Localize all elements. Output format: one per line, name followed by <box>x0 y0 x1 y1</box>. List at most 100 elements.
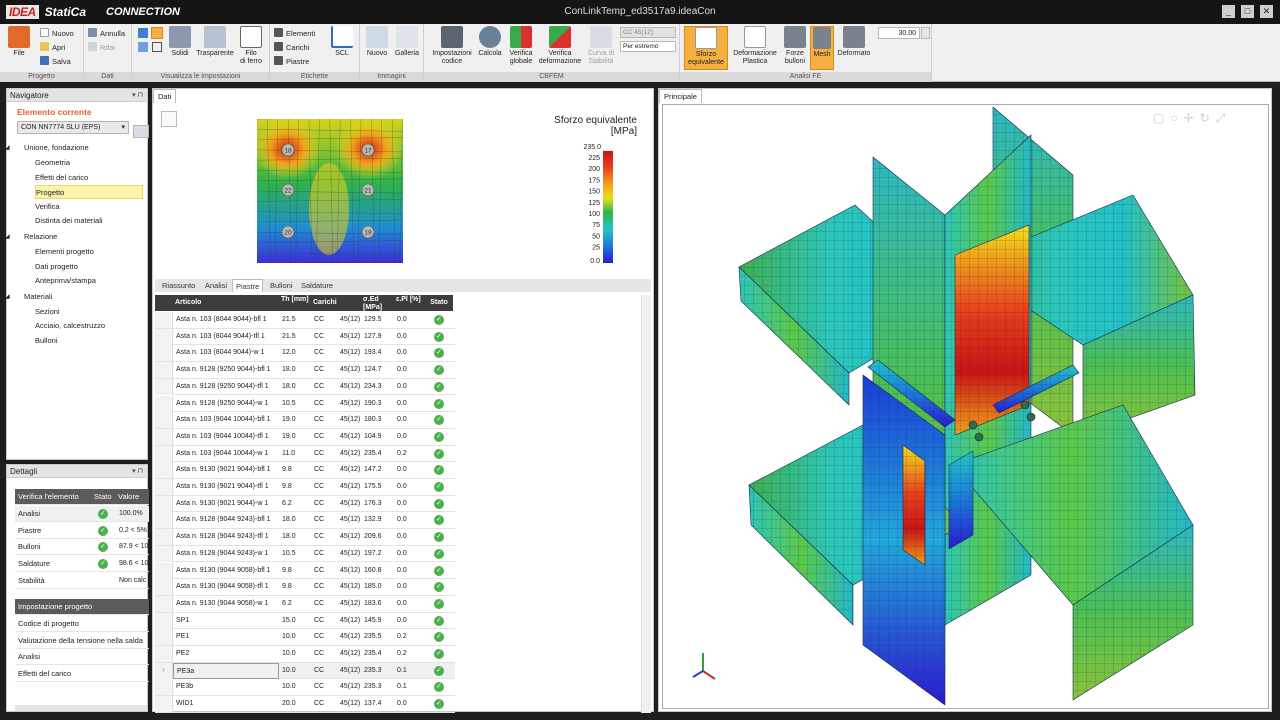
row-selector[interactable] <box>155 312 173 328</box>
extreme-select[interactable]: Per estremo <box>620 41 676 52</box>
annulla-button[interactable]: Annulla <box>88 27 125 40</box>
file-button[interactable]: File <box>2 26 36 70</box>
select-icon[interactable] <box>151 27 163 39</box>
column-header[interactable]: Stato <box>425 295 453 311</box>
tree-item[interactable]: Effetti del carico <box>35 171 88 185</box>
trasparente-button[interactable]: Trasparente <box>194 26 236 70</box>
table-row[interactable]: PE1 10.0 CC 45(12) 235.5 0.2 ✓ <box>155 629 455 646</box>
tree-item[interactable]: Dati progetto <box>35 260 78 274</box>
restore-button[interactable]: □ <box>1241 5 1254 18</box>
subtab-riassunto[interactable]: Riassunto <box>159 279 198 292</box>
tree-group[interactable]: Relazione <box>24 230 57 244</box>
row-selector[interactable] <box>155 445 173 462</box>
pan-icon[interactable]: ✛ <box>1184 111 1200 125</box>
solidi-button[interactable]: Solidi <box>164 26 196 70</box>
sforzo-equivalente-button[interactable]: Sforzo equivalente <box>684 26 728 70</box>
details-row[interactable]: Saldature ✓ 98.6 < 10 <box>15 556 149 573</box>
collapse-icon[interactable]: ◢ <box>5 141 10 155</box>
filo-di-ferro-button[interactable]: Filo di ferro <box>234 26 268 70</box>
row-selector[interactable] <box>155 495 173 512</box>
rifai-button[interactable]: Rifai <box>88 41 115 54</box>
pin-icon[interactable]: ▾ ⊓ <box>132 465 143 478</box>
table-row[interactable]: Asta n. 9130 (9044 9058)-w 1 6.2 CC 45(12) 1… <box>155 595 455 613</box>
table-row[interactable]: Asta n. 103 (8044 9044)-tfl 1 21.5 CC 45(12… <box>155 328 455 346</box>
scale-spinner[interactable] <box>921 27 930 39</box>
table-row[interactable]: Asta n. 9130 (9044 9058)-tfl 1 9.8 CC 45(12… <box>155 579 455 596</box>
details-row[interactable]: Bulloni ✓ 87.9 < 10 <box>15 539 149 556</box>
table-row[interactable]: Asta n. 9128 (9250 9044)-tfl 1 18.0 CC 45(1… <box>155 378 455 396</box>
tree-group[interactable]: Materiali <box>24 290 52 304</box>
table-row[interactable]: Asta n. 103 (9044 10044)-tfl 1 19.0 CC 45(1… <box>155 428 455 446</box>
details-row[interactable]: Analisi ✓ 100.0% <box>15 506 149 522</box>
box-icon[interactable] <box>152 42 162 52</box>
row-selector[interactable] <box>155 612 173 629</box>
collapse-icon[interactable]: ◢ <box>5 230 10 244</box>
impostazioni-codice-button[interactable]: Impostazioni codice <box>428 26 476 70</box>
minimize-button[interactable]: _ <box>1222 5 1235 18</box>
fit-icon[interactable]: ⤢ <box>1216 111 1232 125</box>
table-scrollbar[interactable] <box>641 295 651 713</box>
column-header[interactable]: Th [mm] <box>279 295 311 311</box>
settings-row[interactable]: Effetti del carico <box>15 666 149 683</box>
forze-bulloni-button[interactable]: Forze bulloni <box>780 26 810 70</box>
navigator-go-button[interactable] <box>133 125 149 138</box>
column-header[interactable]: σ.Ed [MPa] <box>361 295 394 311</box>
table-row[interactable]: Asta n. 9128 (9250 9044)-bfl 1 18.0 CC 45(1… <box>155 362 455 379</box>
table-row[interactable]: PE2 10.0 CC 45(12) 235.4 0.2 ✓ <box>155 646 455 663</box>
row-selector[interactable] <box>155 345 173 362</box>
row-selector[interactable] <box>155 512 173 529</box>
table-row[interactable]: Asta n. 9130 (9044 9058)-bfl 1 9.8 CC 45(12… <box>155 562 455 580</box>
deformato-button[interactable]: Deformato <box>834 26 874 70</box>
row-selector[interactable] <box>155 579 173 596</box>
table-row[interactable]: › PE3a 10.0 CC 45(12) 235.3 0.1 ✓ <box>155 662 455 680</box>
settings-row[interactable]: Analisi <box>15 649 149 666</box>
row-selector[interactable] <box>155 529 173 546</box>
tab-dati[interactable]: Dati <box>153 89 177 103</box>
zoom-icon[interactable]: ○ <box>1170 111 1183 125</box>
fe-model-viewport[interactable]: ▢○✛↻⤢ <box>662 104 1269 709</box>
table-row[interactable]: Asta n. 9130 (9021 9044)-bfl 1 9.8 CC 45(12… <box>155 462 455 479</box>
zoom-window-icon[interactable]: ▢ <box>1153 111 1170 125</box>
row-selector[interactable] <box>155 328 173 345</box>
curva-stabilita-button[interactable]: Curva di Stabilità <box>582 26 620 70</box>
collapse-icon[interactable]: ◢ <box>5 290 10 304</box>
table-row[interactable]: Asta n. 103 (8044 9044)-bfl 1 21.5 CC 45(12… <box>155 312 455 329</box>
settings-row[interactable]: Valutazione della tensione nella salda <box>15 633 149 649</box>
mesh-button[interactable]: Mesh <box>810 26 834 70</box>
galleria-button[interactable]: Galleria <box>392 26 422 70</box>
deformation-scale-input[interactable]: 30.00 <box>878 27 920 39</box>
verifica-globale-button[interactable]: Verifica globale <box>504 26 538 70</box>
elementi-label-button[interactable]: Elementi <box>274 27 315 40</box>
tree-item[interactable]: Anteprima/stampa <box>35 274 96 288</box>
table-row[interactable]: Asta n. 9128 (9044 9243)-w 1 10.5 CC 45(12)… <box>155 545 455 563</box>
row-selector[interactable] <box>155 395 173 412</box>
deformazione-plastica-button[interactable]: Deformazione Plastica <box>730 26 780 70</box>
row-selector[interactable]: › <box>155 662 173 679</box>
table-row[interactable]: Asta n. 9130 (9021 9044)-tfl 1 9.8 CC 45(12… <box>155 479 455 496</box>
salva-button[interactable]: Salva <box>40 55 71 68</box>
tree-item[interactable]: Verifica <box>35 200 60 214</box>
current-element-select[interactable]: CON NN7774 SLU (EPS) ▾ <box>17 121 129 134</box>
table-row[interactable]: Asta n. 9128 (9044 9243)-tfl 1 18.0 CC 45(1… <box>155 529 455 546</box>
rotate-icon[interactable]: ↻ <box>1200 111 1216 125</box>
table-row[interactable]: Asta n. 103 (9044 10044)-bfl 1 19.0 CC 45(1… <box>155 412 455 429</box>
table-row[interactable]: WID1 20.0 CC 45(12) 137.4 0.0 ✓ <box>155 696 455 713</box>
subtab-piastre[interactable]: Piastre <box>232 279 264 292</box>
tree-item[interactable]: Elementi progetto <box>35 245 94 259</box>
row-selector[interactable] <box>155 412 173 429</box>
calcola-button[interactable]: Calcola <box>474 26 506 70</box>
row-selector[interactable] <box>155 696 173 713</box>
table-row[interactable]: SP1 15.0 CC 45(12) 145.9 0.0 ✓ <box>155 612 455 630</box>
row-selector[interactable] <box>155 462 173 479</box>
table-row[interactable]: Asta n. 103 (9044 10044)-w 1 11.0 CC 45(12)… <box>155 445 455 463</box>
column-header[interactable] <box>337 295 361 311</box>
row-selector[interactable] <box>155 428 173 445</box>
column-header[interactable]: ε.Pl [%] <box>394 295 425 311</box>
details-scrollbar[interactable] <box>15 705 147 711</box>
apri-button[interactable]: Apri <box>40 41 65 54</box>
row-selector[interactable] <box>155 378 173 395</box>
details-row[interactable]: Piastre ✓ 0.2 < 5% <box>15 523 149 539</box>
row-selector[interactable] <box>155 362 173 379</box>
row-selector[interactable] <box>155 629 173 646</box>
row-selector[interactable] <box>155 545 173 562</box>
